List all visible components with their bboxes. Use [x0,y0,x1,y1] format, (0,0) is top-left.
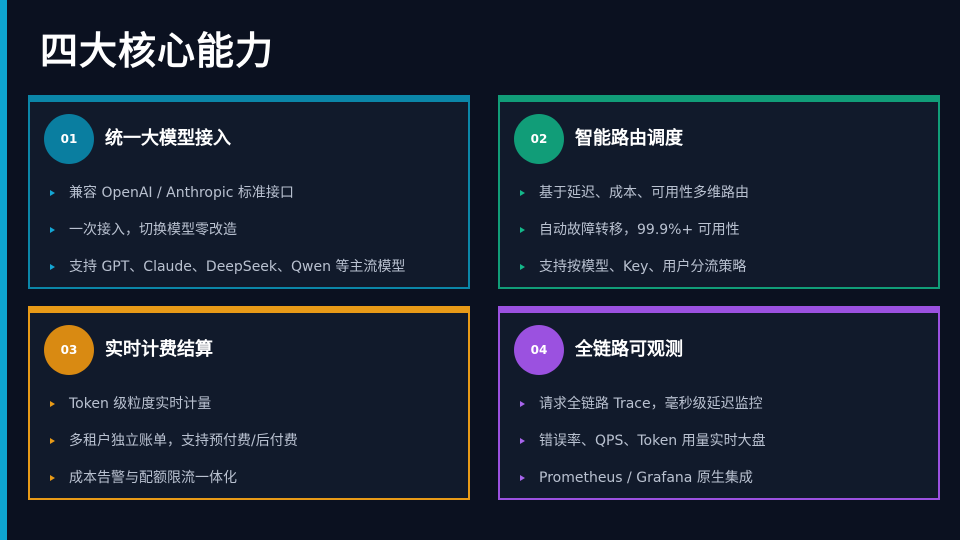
list-item-text: 请求全链路 Trace，毫秒级延迟监控 [539,395,763,412]
card-number-badge: 01 [44,114,94,164]
bullet-triangle-icon [50,474,55,481]
list-item: 一次接入，切换模型零改造 [50,211,405,248]
bullet-triangle-icon [50,437,55,444]
list-item-text: Token 级粒度实时计量 [69,395,212,412]
list-item-text: 支持按模型、Key、用户分流策略 [539,258,747,275]
list-item: 兼容 OpenAI / Anthropic 标准接口 [50,174,405,211]
list-item: 多租户独立账单，支持预付费/后付费 [50,422,298,459]
card-feature-list: 兼容 OpenAI / Anthropic 标准接口 一次接入，切换模型零改造 … [50,174,405,285]
list-item: 自动故障转移，99.9%+ 可用性 [520,211,749,248]
list-item-text: 基于延迟、成本、可用性多维路由 [539,184,749,201]
card-title: 统一大模型接入 [105,128,231,149]
bullet-triangle-icon [50,226,55,233]
list-item: Token 级粒度实时计量 [50,385,298,422]
list-item: 成本告警与配额限流一体化 [50,459,298,496]
left-accent-bar [0,0,7,540]
card-number-badge: 02 [514,114,564,164]
list-item-text: 自动故障转移，99.9%+ 可用性 [539,221,740,238]
bullet-triangle-icon [520,437,525,444]
list-item: 请求全链路 Trace，毫秒级延迟监控 [520,385,766,422]
list-item: 支持 GPT、Claude、DeepSeek、Qwen 等主流模型 [50,248,405,285]
list-item-text: 兼容 OpenAI / Anthropic 标准接口 [69,184,294,201]
capability-card-smart-routing: 02 智能路由调度 基于延迟、成本、可用性多维路由 自动故障转移，99.9%+ … [498,95,940,289]
card-title: 智能路由调度 [575,128,683,149]
bullet-triangle-icon [520,189,525,196]
bullet-triangle-icon [520,226,525,233]
card-feature-list: Token 级粒度实时计量 多租户独立账单，支持预付费/后付费 成本告警与配额限… [50,385,298,496]
card-feature-list: 基于延迟、成本、可用性多维路由 自动故障转移，99.9%+ 可用性 支持按模型、… [520,174,749,285]
capability-card-observability: 04 全链路可观测 请求全链路 Trace，毫秒级延迟监控 错误率、QPS、To… [498,306,940,500]
list-item-text: 多租户独立账单，支持预付费/后付费 [69,432,298,449]
bullet-triangle-icon [520,474,525,481]
bullet-triangle-icon [50,189,55,196]
capability-card-realtime-billing: 03 实时计费结算 Token 级粒度实时计量 多租户独立账单，支持预付费/后付… [28,306,470,500]
bullet-triangle-icon [50,400,55,407]
bullet-triangle-icon [520,263,525,270]
list-item: 错误率、QPS、Token 用量实时大盘 [520,422,766,459]
list-item-text: Prometheus / Grafana 原生集成 [539,469,753,486]
list-item-text: 成本告警与配额限流一体化 [69,469,237,486]
list-item-text: 错误率、QPS、Token 用量实时大盘 [539,432,766,449]
list-item-text: 支持 GPT、Claude、DeepSeek、Qwen 等主流模型 [69,258,406,275]
capability-card-unified-access: 01 统一大模型接入 兼容 OpenAI / Anthropic 标准接口 一次… [28,95,470,289]
list-item: 基于延迟、成本、可用性多维路由 [520,174,749,211]
list-item: Prometheus / Grafana 原生集成 [520,459,766,496]
card-title: 实时计费结算 [105,339,213,360]
card-number-badge: 04 [514,325,564,375]
list-item-text: 一次接入，切换模型零改造 [69,221,237,238]
card-title: 全链路可观测 [575,339,683,360]
bullet-triangle-icon [520,400,525,407]
card-feature-list: 请求全链路 Trace，毫秒级延迟监控 错误率、QPS、Token 用量实时大盘… [520,385,766,496]
slide-title: 四大核心能力 [40,29,275,73]
card-number-badge: 03 [44,325,94,375]
bullet-triangle-icon [50,263,55,270]
list-item: 支持按模型、Key、用户分流策略 [520,248,749,285]
